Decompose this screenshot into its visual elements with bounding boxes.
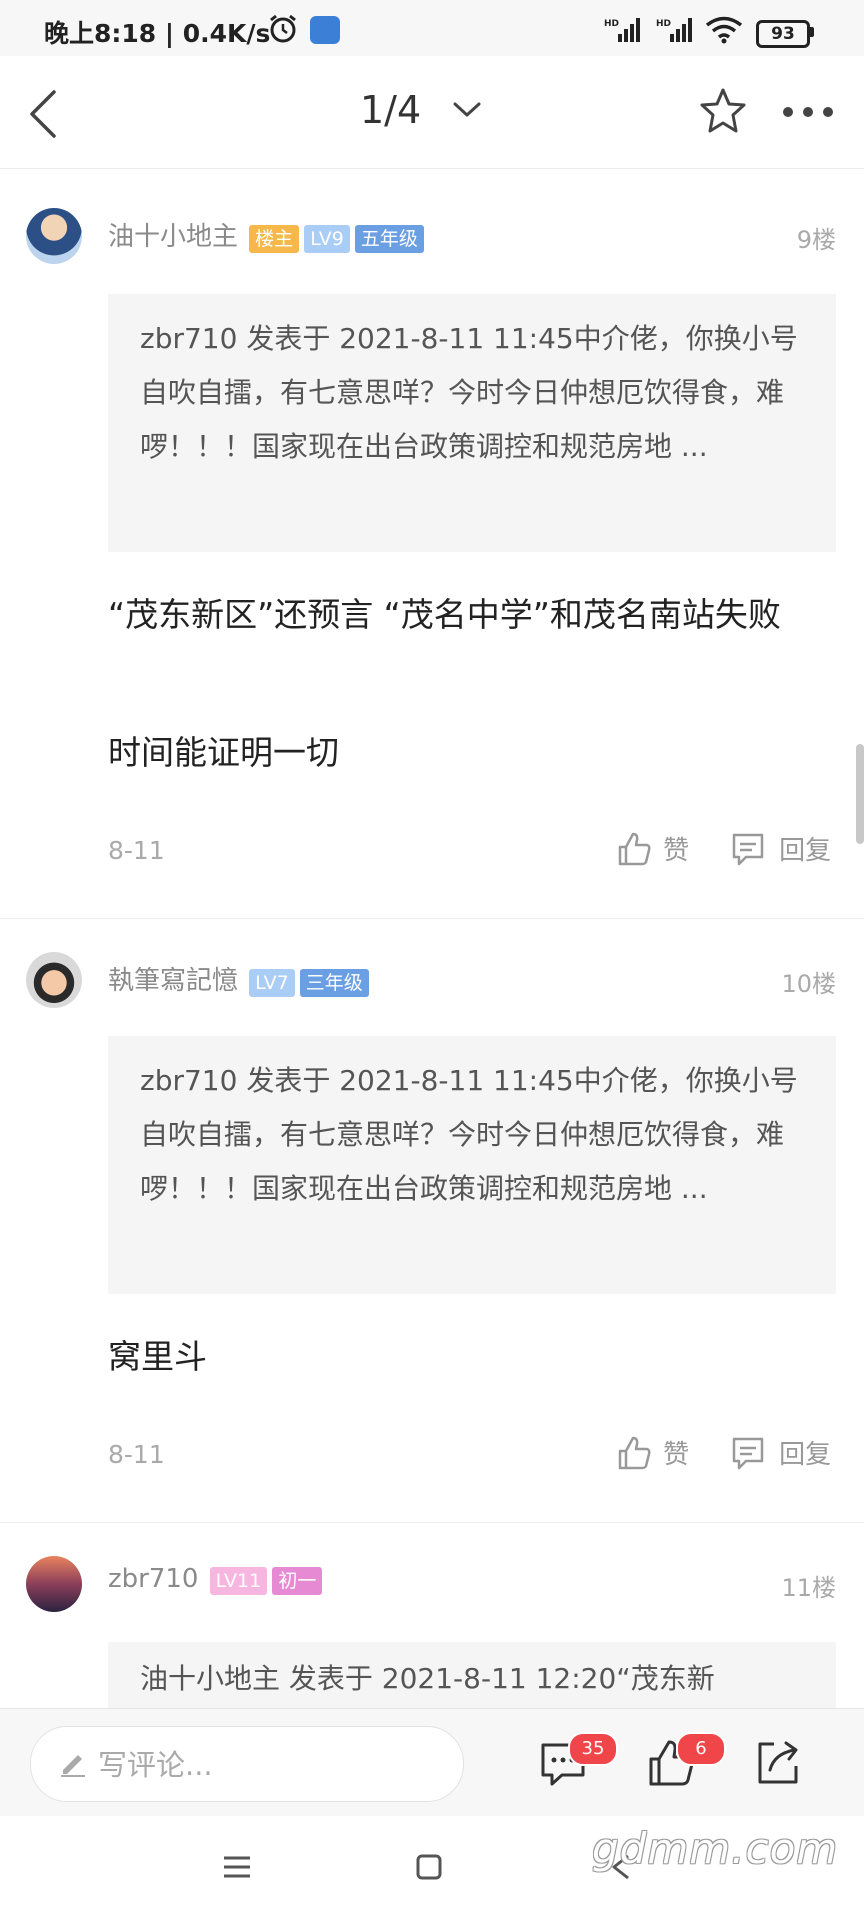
avatar[interactable] bbox=[26, 1556, 82, 1612]
scrollbar-thumb[interactable] bbox=[856, 744, 864, 844]
app-notification-icon bbox=[310, 16, 340, 44]
reply-label: 回复 bbox=[779, 836, 832, 866]
like-label: 赞 bbox=[663, 1440, 690, 1470]
reply-icon bbox=[732, 833, 764, 865]
battery-tip bbox=[810, 27, 814, 37]
svg-text:HD: HD bbox=[656, 19, 671, 29]
reply-icon bbox=[732, 1437, 764, 1469]
like-count-badge: 6 bbox=[676, 1732, 726, 1766]
status-time-speed: 晚上8:18 | 0.4K/s bbox=[44, 19, 271, 48]
quote-text: zbr710 发表于 2021-8-11 11:45中介佬，你换小号自吹自擂，有… bbox=[140, 322, 798, 463]
badge-grade: 五年级 bbox=[354, 225, 424, 253]
battery-icon: 93 bbox=[756, 20, 810, 48]
floor-number: 10楼 bbox=[781, 970, 836, 998]
like-label: 赞 bbox=[663, 836, 690, 866]
wifi-icon bbox=[705, 16, 743, 44]
signal-hd-icon: HD bbox=[604, 18, 640, 42]
reply-label: 回复 bbox=[779, 1440, 832, 1470]
floor-number: 11楼 bbox=[781, 1574, 836, 1602]
badge-grade: 三年级 bbox=[299, 969, 369, 997]
badge-level: LV9 bbox=[304, 225, 350, 253]
more-icon[interactable] bbox=[780, 100, 836, 124]
avatar[interactable] bbox=[26, 952, 82, 1008]
badge-grade: 初一 bbox=[272, 1567, 323, 1595]
like-button[interactable]: 赞 bbox=[616, 1434, 689, 1471]
thumb-up-icon bbox=[618, 832, 651, 865]
reply-button[interactable]: 回复 bbox=[730, 1434, 831, 1471]
comment-input[interactable] bbox=[30, 1726, 464, 1802]
menu-icon[interactable] bbox=[222, 1852, 252, 1882]
badge-op: 楼主 bbox=[249, 225, 300, 253]
star-icon[interactable] bbox=[698, 86, 748, 136]
post-body-line: “茂东新区”还预言 “茂名中学”和茂名南站失败 bbox=[108, 595, 781, 634]
quote-text: 油十小地主 发表于 2021-8-11 12:20“茂东新 bbox=[140, 1662, 715, 1695]
like-button[interactable]: 赞 bbox=[616, 830, 689, 867]
alarm-icon bbox=[270, 14, 296, 43]
quote-text: zbr710 发表于 2021-8-11 11:45中介佬，你换小号自吹自擂，有… bbox=[140, 1064, 798, 1205]
thumb-up-icon bbox=[618, 1436, 651, 1469]
post-header: 執筆寫記憶 LV7 三年级 bbox=[108, 960, 369, 997]
post-body-line: 时间能证明一切 bbox=[108, 733, 339, 772]
comment-count-badge: 35 bbox=[568, 1732, 618, 1766]
pencil-icon bbox=[61, 1755, 85, 1777]
post-divider bbox=[0, 918, 864, 919]
post-date: 8-11 bbox=[108, 836, 165, 865]
username[interactable]: zbr710 bbox=[108, 1564, 198, 1594]
svg-text:HD: HD bbox=[604, 19, 619, 29]
quote-block[interactable]: 油十小地主 发表于 2021-8-11 12:20“茂东新 bbox=[108, 1642, 836, 1708]
reply-button[interactable]: 回复 bbox=[730, 830, 831, 867]
share-icon[interactable] bbox=[752, 1738, 802, 1788]
post-divider bbox=[0, 1522, 864, 1523]
badge-level: LV11 bbox=[209, 1567, 268, 1595]
back-icon[interactable] bbox=[24, 86, 64, 142]
badge-level: LV7 bbox=[249, 969, 295, 997]
comment-placeholder: 写评论... bbox=[98, 1748, 213, 1782]
post-body-line: 窝里斗 bbox=[108, 1337, 207, 1376]
username[interactable]: 油十小地主 bbox=[108, 222, 238, 252]
post-header: 油十小地主 楼主 LV9 五年级 bbox=[108, 216, 424, 253]
username[interactable]: 執筆寫記憶 bbox=[108, 966, 238, 996]
avatar[interactable] bbox=[26, 208, 82, 264]
signal-hd-icon: HD bbox=[656, 18, 692, 42]
chevron-down-icon[interactable] bbox=[452, 100, 482, 120]
watermark: gdmm.com bbox=[592, 1824, 839, 1873]
quote-block[interactable]: zbr710 发表于 2021-8-11 11:45中介佬，你换小号自吹自擂，有… bbox=[108, 294, 836, 552]
quote-block[interactable]: zbr710 发表于 2021-8-11 11:45中介佬，你换小号自吹自擂，有… bbox=[108, 1036, 836, 1294]
post-date: 8-11 bbox=[108, 1440, 165, 1469]
post-header: zbr710 LV11 初一 bbox=[108, 1564, 323, 1595]
page-indicator[interactable]: 1/4 bbox=[360, 88, 421, 132]
floor-number: 9楼 bbox=[796, 226, 836, 254]
home-square-icon[interactable] bbox=[414, 1852, 444, 1882]
